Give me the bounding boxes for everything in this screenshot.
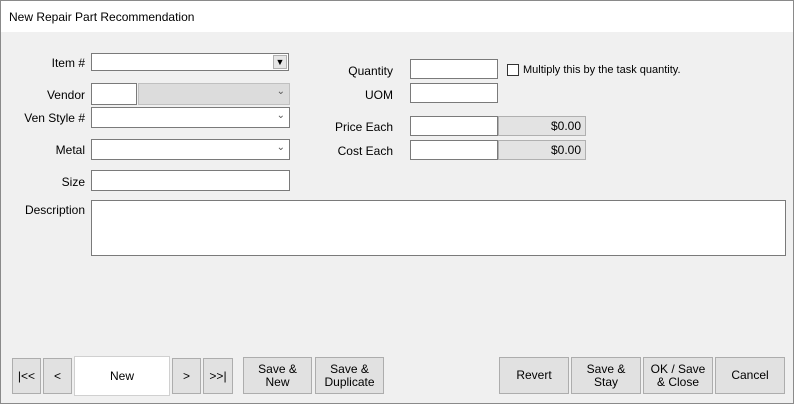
vendor-code-input[interactable] (91, 83, 137, 105)
dropdown-arrow-icon[interactable]: ▼ (273, 55, 287, 69)
quantity-input[interactable] (410, 59, 498, 79)
cost-each-label: Cost Each (337, 144, 393, 158)
cancel-button[interactable]: Cancel (715, 357, 785, 394)
description-label: Description (24, 203, 85, 217)
chevron-down-icon: ⌄ (276, 86, 285, 97)
multiply-checkbox[interactable] (507, 64, 519, 76)
ven-style-combo[interactable]: ⌄ (91, 107, 290, 128)
previous-record-button[interactable]: < (43, 358, 72, 394)
save-new-button[interactable]: Save & New (243, 357, 312, 394)
last-record-button[interactable]: >>| (203, 358, 233, 394)
price-each-label: Price Each (334, 120, 393, 134)
size-input[interactable] (91, 170, 290, 191)
record-indicator: New (74, 356, 170, 396)
size-label: Size (61, 175, 85, 189)
ven-style-label: Ven Style # (24, 111, 85, 125)
revert-button[interactable]: Revert (499, 357, 569, 394)
cost-each-input[interactable] (410, 140, 498, 160)
cost-each-value: $0.00 (498, 140, 586, 160)
uom-label: UOM (365, 88, 393, 102)
multiply-label: Multiply this by the task quantity. (523, 64, 681, 76)
uom-input[interactable] (410, 83, 498, 103)
title-bar: New Repair Part Recommendation (1, 1, 793, 32)
save-duplicate-line2: Duplicate (324, 374, 375, 389)
save-duplicate-button[interactable]: Save & Duplicate (315, 357, 384, 394)
next-record-button[interactable]: > (172, 358, 201, 394)
save-duplicate-line1: Save & (330, 361, 369, 376)
metal-label: Metal (55, 143, 85, 157)
ok-save-close-line2: & Close (656, 374, 700, 389)
quantity-label: Quantity (348, 64, 393, 78)
metal-combo[interactable]: ⌄ (91, 139, 290, 160)
price-each-value: $0.00 (498, 116, 586, 136)
dialog-window: New Repair Part Recommendation Item # ▼ … (0, 0, 794, 404)
item-number-combo[interactable]: ▼ (91, 53, 289, 71)
description-textarea[interactable] (91, 200, 786, 256)
save-new-line2: New (265, 374, 290, 389)
save-stay-button[interactable]: Save & Stay (571, 357, 641, 394)
save-new-line1: Save & (258, 361, 297, 376)
chevron-down-icon: ⌄ (276, 142, 285, 153)
save-stay-line2: Stay (593, 374, 618, 389)
chevron-down-icon: ⌄ (276, 110, 285, 121)
vendor-name-combo[interactable]: ⌄ (138, 83, 290, 105)
ok-save-close-line1: OK / Save (650, 361, 706, 376)
item-label: Item # (51, 56, 85, 70)
vendor-label: Vendor (46, 88, 85, 102)
ok-save-close-button[interactable]: OK / Save & Close (643, 357, 713, 394)
window-title: New Repair Part Recommendation (9, 10, 195, 24)
first-record-button[interactable]: |<< (12, 358, 41, 394)
save-stay-line1: Save & (586, 361, 626, 376)
price-each-input[interactable] (410, 116, 498, 136)
